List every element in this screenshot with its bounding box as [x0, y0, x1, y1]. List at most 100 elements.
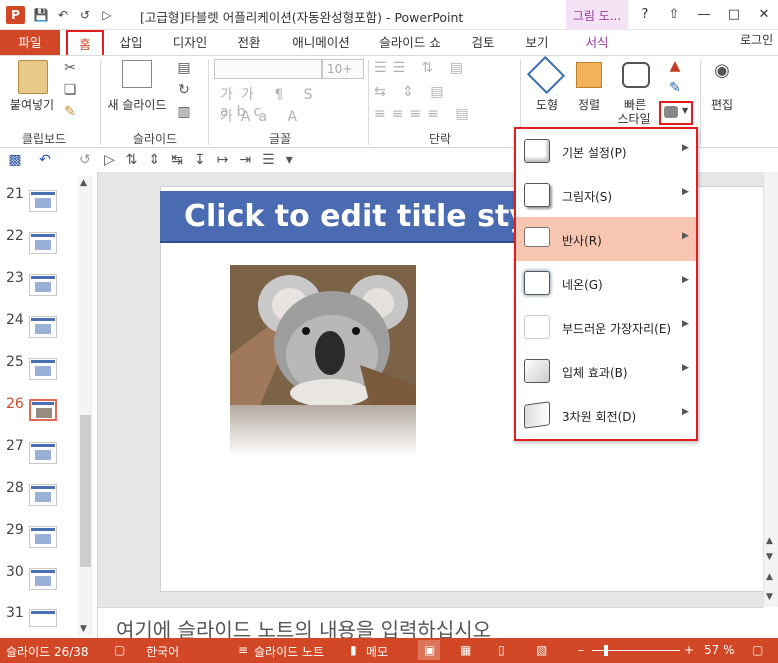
- koala-picture[interactable]: [230, 265, 416, 407]
- ribbon-display-options-icon[interactable]: ⇧: [662, 5, 686, 25]
- next-slide-icon[interactable]: ▼: [766, 592, 773, 602]
- scroll-down-icon[interactable]: ▼: [80, 624, 87, 634]
- shape-outline-icon[interactable]: ✎: [664, 80, 686, 96]
- paste-icon[interactable]: [18, 60, 48, 94]
- tab-review[interactable]: 검토: [462, 30, 504, 55]
- reset-icon[interactable]: ↻: [174, 82, 194, 98]
- close-button[interactable]: ✕: [752, 5, 776, 25]
- minimize-button[interactable]: —: [692, 5, 716, 25]
- menu-item-label: 입체 효과(B): [562, 366, 628, 380]
- slide-show-icon[interactable]: ▧: [536, 643, 547, 657]
- slide-number: 31: [6, 605, 24, 621]
- repeat-icon[interactable]: ↺: [76, 152, 94, 168]
- slide-thumbnail[interactable]: [29, 316, 57, 338]
- tab-slide-show[interactable]: 슬라이드 쇼: [372, 30, 448, 55]
- slide-number: 30: [6, 564, 24, 580]
- previous-slide-icon[interactable]: ▲: [766, 572, 773, 582]
- menu-item-bevel[interactable]: 입체 효과(B) ▶: [516, 349, 696, 393]
- spell-check-icon[interactable]: ▢: [114, 643, 125, 657]
- zoom-level[interactable]: 57 %: [704, 643, 735, 657]
- scroll-down-icon[interactable]: ▼: [766, 552, 773, 562]
- slide-number: 22: [6, 228, 24, 244]
- thumbnail-scrollbar[interactable]: [78, 176, 93, 636]
- qat-tool-icons[interactable]: ▷⇅⇕↹↧↦⇥☰▾: [104, 152, 344, 168]
- fit-to-window-icon[interactable]: ▢: [752, 643, 763, 657]
- undo-icon[interactable]: ↶: [54, 6, 72, 24]
- arrange-icon[interactable]: [576, 62, 602, 88]
- slide-thumbnail[interactable]: [29, 484, 57, 506]
- help-button[interactable]: ?: [633, 5, 657, 25]
- slide-thumbnail[interactable]: [29, 190, 57, 212]
- slide-number: 24: [6, 312, 24, 328]
- new-slide-icon[interactable]: [122, 60, 152, 88]
- tab-design[interactable]: 디자인: [164, 30, 216, 55]
- tab-animations[interactable]: 애니메이션: [284, 30, 358, 55]
- tab-file[interactable]: 파일: [0, 30, 60, 55]
- slide-thumbnail-active[interactable]: [29, 399, 57, 421]
- scroll-up-icon[interactable]: ▲: [766, 536, 773, 546]
- zoom-slider-handle[interactable]: [604, 645, 608, 656]
- shape-fill-icon[interactable]: ▲: [664, 58, 686, 74]
- cut-icon[interactable]: ✂: [60, 60, 80, 76]
- slide-thumbnail[interactable]: [29, 609, 57, 627]
- zoom-out-icon[interactable]: –: [578, 643, 584, 657]
- alignment-buttons[interactable]: ≡≡≡≡ ▤: [374, 106, 514, 122]
- save-icon[interactable]: 💾: [32, 6, 50, 24]
- arrange-button[interactable]: 정렬: [572, 96, 606, 113]
- powerpoint-app-icon[interactable]: P: [6, 6, 25, 24]
- binoculars-icon[interactable]: ◉: [706, 60, 738, 86]
- group-separator: [700, 60, 701, 145]
- menu-item-label: 반사(R): [562, 234, 602, 248]
- menu-item-glow[interactable]: 네온(G) ▶: [516, 261, 696, 305]
- font-color-buttons[interactable]: 가Aa A: [220, 106, 360, 126]
- save-icon[interactable]: ▩: [6, 152, 24, 168]
- notes-toggle-icon[interactable]: ≡: [238, 643, 248, 657]
- tab-view[interactable]: 보기: [516, 30, 558, 55]
- slide-thumbnail[interactable]: [29, 358, 57, 380]
- tab-insert[interactable]: 삽입: [110, 30, 152, 55]
- language-indicator[interactable]: 한국어: [146, 643, 179, 660]
- menu-item-label: 부드러운 가장자리(E): [562, 322, 672, 336]
- thumbnail-scroll-thumb[interactable]: [80, 415, 91, 567]
- font-size-combo[interactable]: 10+: [322, 59, 364, 79]
- reading-view-icon[interactable]: ▯: [498, 643, 505, 657]
- shapes-button[interactable]: 도형: [530, 96, 564, 113]
- scroll-up-icon[interactable]: ▲: [80, 178, 87, 188]
- undo-icon[interactable]: ↶: [34, 152, 56, 168]
- tab-format[interactable]: 서식: [566, 30, 628, 55]
- paste-button[interactable]: 붙여넣기: [6, 96, 58, 113]
- comments-button[interactable]: 메모: [366, 643, 388, 660]
- redo-icon[interactable]: ↺: [76, 6, 94, 24]
- slide-thumbnail[interactable]: [29, 274, 57, 296]
- layout-icon[interactable]: ▤: [174, 60, 194, 76]
- start-from-beginning-icon[interactable]: ▷: [98, 6, 116, 24]
- menu-item-preset[interactable]: 기본 설정(P) ▶: [516, 129, 696, 173]
- quick-styles-line2[interactable]: 스타일: [610, 110, 658, 127]
- notes-toggle-button[interactable]: 슬라이드 노트: [254, 643, 324, 660]
- menu-item-3d-rotation[interactable]: 3차원 회전(D) ▶: [516, 393, 696, 437]
- slide-sorter-icon[interactable]: ▦: [460, 643, 471, 657]
- new-slide-button[interactable]: 새 슬라이드: [102, 96, 172, 113]
- slide-thumbnail[interactable]: [29, 526, 57, 548]
- list-buttons[interactable]: ☰☰ ⇅ ▤: [374, 60, 514, 76]
- comments-icon[interactable]: ▮: [350, 643, 357, 657]
- maximize-button[interactable]: □: [722, 5, 746, 25]
- menu-item-reflection[interactable]: 반사(R) ▶: [516, 217, 696, 261]
- slide-thumbnail[interactable]: [29, 232, 57, 254]
- menu-item-soft-edges[interactable]: 부드러운 가장자리(E) ▶: [516, 305, 696, 349]
- editing-button[interactable]: 편집: [704, 96, 740, 113]
- zoom-in-icon[interactable]: +: [684, 643, 694, 657]
- slide-title[interactable]: Click to edit title style: [184, 199, 559, 234]
- slide-thumbnail[interactable]: [29, 442, 57, 464]
- format-painter-icon[interactable]: ✎: [60, 104, 80, 120]
- sign-in-link[interactable]: 로그인: [740, 31, 773, 48]
- slide-thumbnail[interactable]: [29, 568, 57, 590]
- section-icon[interactable]: ▥: [174, 104, 194, 120]
- tab-transitions[interactable]: 전환: [228, 30, 270, 55]
- tab-home[interactable]: 홈: [66, 30, 104, 55]
- direction-buttons[interactable]: ⇆ ⇕ ▤: [374, 84, 514, 100]
- font-name-combo[interactable]: [214, 59, 322, 79]
- copy-icon[interactable]: ❏: [60, 82, 80, 98]
- menu-item-shadow[interactable]: 그림자(S) ▶: [516, 173, 696, 217]
- quick-styles-icon[interactable]: [622, 62, 650, 88]
